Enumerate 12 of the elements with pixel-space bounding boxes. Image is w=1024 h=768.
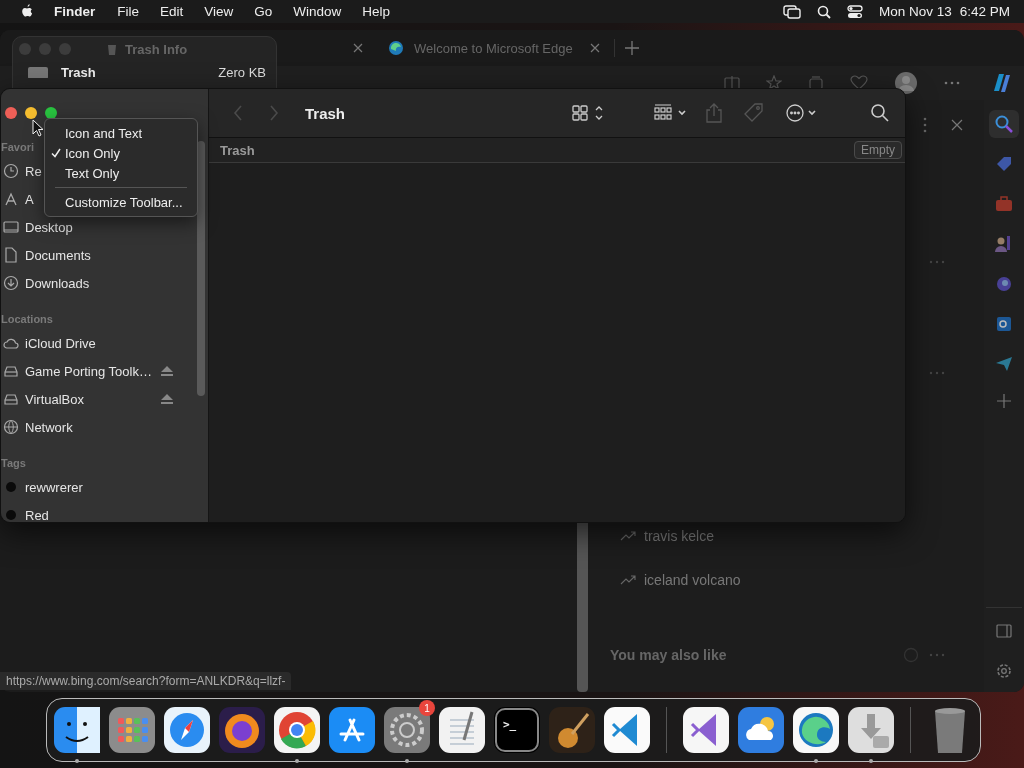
sidebar-heading: Locations <box>1 313 53 327</box>
window-title: Trash Info <box>125 41 188 57</box>
prompt-text: >_ <box>503 718 517 731</box>
status-url: https://www.bing.com/search?form=ANLKDR&q=llzf- <box>0 672 292 690</box>
item-name: Trash <box>61 64 97 80</box>
section-heading: You may also like <box>610 647 728 663</box>
item-size: Zero KB <box>218 64 266 80</box>
window-title: Trash <box>305 104 346 122</box>
notification-badge: 1 <box>419 700 435 716</box>
sidebar-heading: Tags <box>1 457 26 471</box>
path-label: Trash <box>220 142 255 158</box>
sidebar-heading: Favori <box>1 141 34 155</box>
